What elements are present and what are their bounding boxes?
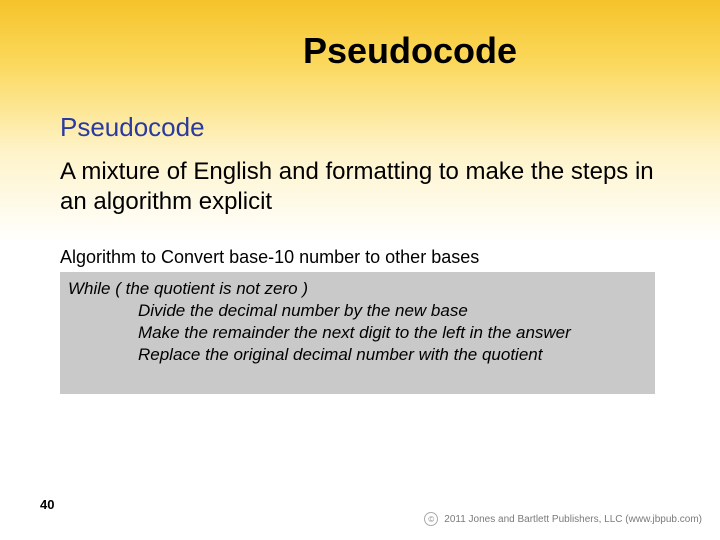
code-line-4: Replace the original decimal number with… xyxy=(68,344,647,366)
code-line-2: Divide the decimal number by the new bas… xyxy=(68,300,647,322)
slide-title: Pseudocode xyxy=(60,30,660,72)
pseudocode-box: While ( the quotient is not zero ) Divid… xyxy=(60,272,655,394)
copyright-icon: © xyxy=(424,512,438,526)
slide-container: Pseudocode Pseudocode A mixture of Engli… xyxy=(0,0,720,540)
code-line-1: While ( the quotient is not zero ) xyxy=(68,279,308,298)
algorithm-label: Algorithm to Convert base-10 number to o… xyxy=(60,247,660,268)
slide-subtitle: Pseudocode xyxy=(60,112,660,143)
footer-credit: © 2011 Jones and Bartlett Publishers, LL… xyxy=(424,512,702,526)
page-number: 40 xyxy=(40,497,54,512)
footer-text: 2011 Jones and Bartlett Publishers, LLC … xyxy=(444,514,702,525)
code-line-3: Make the remainder the next digit to the… xyxy=(68,322,647,344)
body-paragraph: A mixture of English and formatting to m… xyxy=(60,157,660,217)
